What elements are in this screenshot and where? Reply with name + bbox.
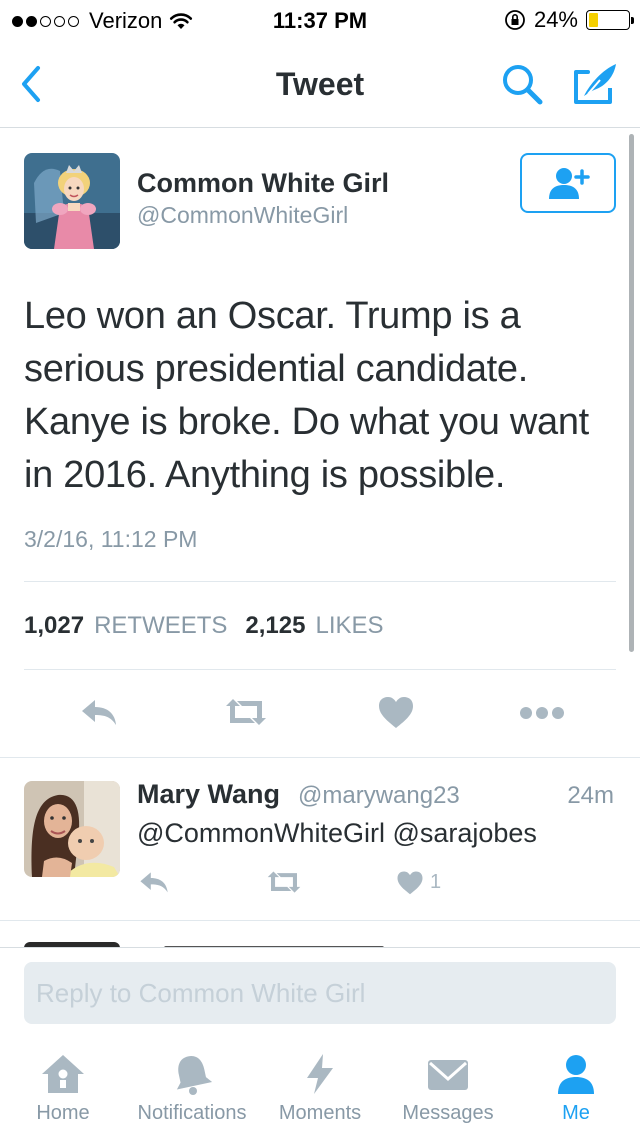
reply-text: @CommonWhiteGirl @sarajobes (137, 818, 537, 848)
reply-author-avatar[interactable] (24, 781, 120, 877)
reply-retweet-button[interactable] (262, 866, 306, 898)
tab-notifications[interactable]: Notifications (126, 1040, 258, 1136)
reply-like-button[interactable]: 1 (396, 866, 452, 898)
author-handle[interactable]: @CommonWhiteGirl (137, 202, 348, 229)
divider (0, 920, 640, 921)
battery-percent: 24% (533, 7, 578, 32)
heart-icon (379, 697, 413, 728)
envelope-icon (428, 1060, 468, 1090)
add-user-icon (549, 168, 590, 199)
retweet-count[interactable]: 1,027 (24, 612, 84, 640)
author-avatar[interactable] (24, 153, 120, 249)
reply-input[interactable] (24, 962, 616, 1024)
reply-author-handle[interactable]: @marywang23 (298, 782, 460, 810)
more-dots-icon (520, 707, 564, 719)
reply-like-count: 1 (430, 870, 442, 893)
home-icon (42, 1055, 84, 1093)
status-right: 24% (504, 7, 634, 33)
like-count[interactable]: 2,125 (245, 612, 305, 640)
tab-messages[interactable]: Messages (394, 1040, 502, 1136)
person-icon (558, 1055, 594, 1094)
reply-time: 24m (567, 782, 614, 809)
reply-author-name[interactable]: Mary Wang (137, 779, 280, 810)
search-button[interactable] (498, 60, 546, 108)
tab-me[interactable]: Me (540, 1040, 612, 1136)
tab-moments[interactable]: Moments (268, 1040, 372, 1136)
divider (24, 669, 616, 670)
compose-button[interactable] (570, 58, 622, 108)
heart-icon (397, 870, 423, 894)
tab-label: Home (36, 1102, 90, 1124)
reply-icon (140, 872, 168, 893)
nav-bar: Tweet (0, 40, 640, 128)
tweet-text: Leo won an Oscar. Trump is a serious pre… (24, 295, 589, 496)
tab-label: Me (562, 1102, 590, 1124)
like-label[interactable]: LIKES (315, 612, 383, 640)
tab-label: Messages (402, 1102, 494, 1124)
mother-and-baby-photo (24, 781, 120, 877)
reply-button[interactable] (76, 690, 122, 734)
back-button[interactable] (14, 62, 50, 106)
reply-reply-button[interactable] (136, 866, 172, 898)
reply-icon (82, 700, 116, 725)
follow-button[interactable] (520, 153, 616, 213)
retweet-button[interactable] (220, 690, 272, 734)
search-icon (503, 65, 543, 105)
retweet-icon (226, 699, 266, 725)
bell-icon (176, 1056, 213, 1095)
tweet-timestamp: 3/2/16, 11:12 PM (24, 526, 198, 552)
status-bar: Verizon 11:37 PM 24% (0, 0, 640, 40)
tab-bar: Home Notifications Moments Messages Me (0, 1040, 640, 1136)
author-name[interactable]: Common White Girl (137, 168, 389, 199)
tweet-stats: 1,027 RETWEETS 2,125 LIKES (24, 612, 392, 640)
scrollbar[interactable] (629, 134, 634, 652)
tab-label: Moments (278, 1102, 362, 1124)
tab-home[interactable]: Home (20, 1040, 106, 1136)
retweet-icon (267, 871, 301, 893)
more-button[interactable] (516, 694, 568, 732)
compose-icon (574, 64, 616, 104)
chevron-left-icon (22, 66, 40, 102)
battery-icon (586, 10, 634, 30)
retweet-label[interactable]: RETWEETS (94, 612, 227, 640)
cinderella-avatar-image (24, 153, 120, 249)
orientation-lock-icon (505, 10, 525, 30)
tab-label: Notifications (137, 1102, 247, 1124)
divider (0, 757, 640, 758)
like-button[interactable] (374, 690, 418, 734)
lightning-icon (307, 1054, 333, 1094)
divider (24, 581, 616, 582)
